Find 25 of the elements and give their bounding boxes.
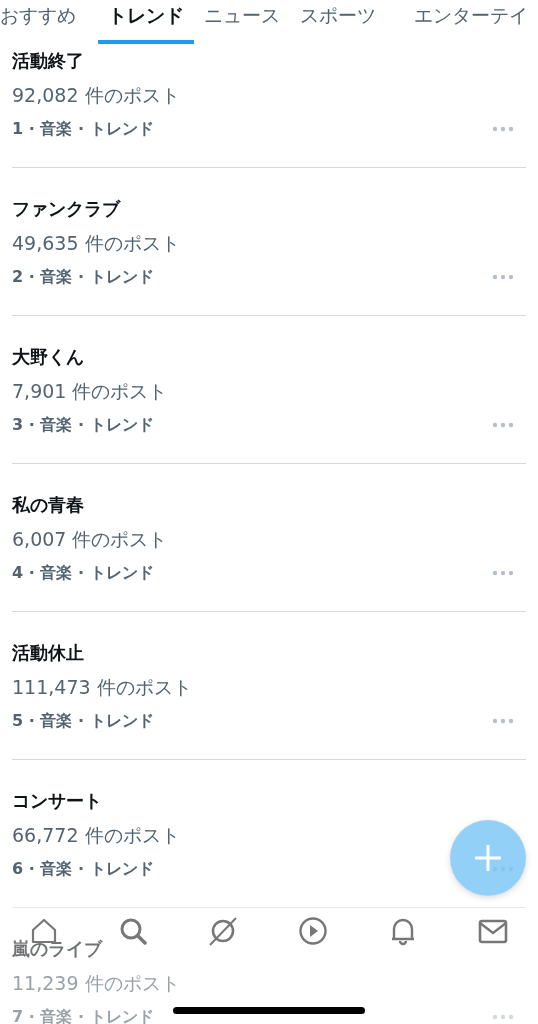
trend-category: 3 · 音楽 · トレンド — [12, 414, 154, 436]
trend-category: 4 · 音楽 · トレンド — [12, 562, 154, 584]
trend-title: コンサート — [12, 789, 103, 813]
trend-title: 活動終了 — [12, 49, 85, 73]
post-count: 49,635 件のポスト — [12, 231, 181, 256]
trend-category: 7 · 音楽 · トレンド — [12, 1006, 154, 1024]
trend-title: 活動休止 — [12, 641, 85, 665]
tab[interactable]: スポーツ — [290, 0, 386, 44]
trend-title: 私の青春 — [12, 493, 85, 517]
post-count: 6,007 件のポスト — [12, 527, 169, 552]
tab[interactable]: エンターテイ — [386, 0, 538, 44]
trend-category: 6 · 音楽 · トレンド — [12, 858, 154, 880]
post-count: 66,772 件のポスト — [12, 823, 181, 848]
trend-title: ファンクラブ — [12, 197, 122, 221]
tab[interactable]: トレンド — [98, 0, 194, 44]
tab[interactable]: おすすめ — [0, 0, 98, 44]
tab[interactable]: ニュース — [194, 0, 290, 44]
post-count: 111,473 件のポスト — [12, 675, 193, 700]
trend-category: 2 · 音楽 · トレンド — [12, 266, 154, 288]
trend-title: 大野くん — [12, 345, 85, 369]
post-count: 11,239 件のポスト — [12, 971, 181, 996]
trend-category: 1 · 音楽 · トレンド — [12, 118, 154, 140]
trend-category: 5 · 音楽 · トレンド — [12, 710, 154, 732]
post-count: 92,082 件のポスト — [12, 83, 181, 108]
post-count: 7,901 件のポスト — [12, 379, 169, 404]
